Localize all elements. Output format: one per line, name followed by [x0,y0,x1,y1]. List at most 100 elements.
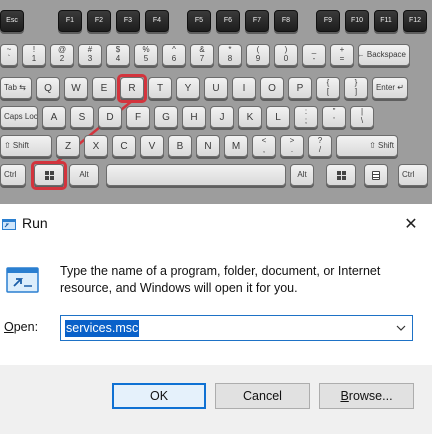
key-enter: Enter ↵ [372,77,408,99]
key-label: F12 [408,17,422,25]
key-label: F8 [281,17,291,25]
key-label: Esc [6,17,18,25]
key-label: * 8 [227,45,233,63]
open-input[interactable]: services.msc [65,320,140,337]
key-label: U [212,82,220,94]
key-6: ^ 6 [162,44,186,66]
dropdown-button[interactable] [391,316,411,340]
key-backtick: ~ ` [0,44,18,66]
key-b: B [168,135,192,157]
key-label: O [268,82,276,94]
key-capslock: Caps Lock [0,106,38,128]
key-label: ^ 6 [171,45,177,63]
key-label: " ' [332,107,336,125]
key-label: @ 2 [57,45,67,63]
key-label: S [78,111,86,123]
key-label: | \ [360,107,364,125]
key-label: F6 [223,17,233,25]
key-u: U [204,77,228,99]
key-label: Y [184,82,192,94]
key-label: H [190,111,198,123]
chevron-down-icon [396,325,406,331]
key-x: X [84,135,108,157]
ok-button[interactable]: OK [112,383,206,409]
key-label: F4 [152,17,162,25]
run-program-icon [6,267,39,293]
key-label: ) 0 [283,45,289,63]
key-f3: F3 [116,10,140,32]
key-8: * 8 [218,44,242,66]
key-c: C [112,135,136,157]
key-label: T [156,82,164,94]
key-space [106,164,286,186]
key-label: F7 [252,17,262,25]
open-combobox[interactable]: services.msc [60,315,413,341]
key-z: Z [56,135,80,157]
key-minus: _ - [302,44,326,66]
key-y: Y [176,77,200,99]
dialog-footer: OK Cancel Browse... [0,365,432,434]
close-button[interactable]: ✕ [395,210,427,238]
key-label: F9 [323,17,333,25]
context-menu-icon [372,170,380,180]
key-label: X [92,140,100,152]
key-label: Ctrl [4,169,17,179]
key-a: A [42,106,66,128]
key-f11: F11 [374,10,398,32]
key-o: O [260,77,284,99]
key-label: Enter ↵ [375,82,404,92]
key-f: F [126,106,150,128]
key-3: # 3 [78,44,102,66]
key-label: F11 [380,17,392,25]
key-quote: " ' [322,106,346,128]
key-label: Q [44,82,52,94]
key-p: P [288,77,312,99]
key-label: E [100,82,108,94]
key-label: F3 [123,17,133,25]
key-label: Alt [297,169,307,179]
key-rshift: ⇧ Shift [336,135,398,157]
key-f6: F6 [216,10,240,32]
browse-button[interactable]: Browse... [319,383,414,409]
key-q: Q [36,77,60,99]
cancel-button[interactable]: Cancel [215,383,310,409]
key-f7: F7 [245,10,269,32]
key-lalt: Alt [69,164,99,186]
key-label: F2 [94,17,104,25]
key-label: V [148,140,156,152]
key-label: G [162,111,170,123]
key-label: R [128,82,136,94]
key-label: F5 [194,17,204,25]
key-label: C [120,140,128,152]
key-label: % 5 [142,45,150,63]
run-dialog: Run ✕ Type the name of a program, folder… [0,206,432,434]
run-app-icon [2,219,16,230]
key-label: F [134,111,142,123]
key-label: { [ [326,78,330,96]
key-7: & 7 [190,44,214,66]
key-m: M [224,135,248,157]
key-label: # 3 [87,45,93,63]
key-label: ? / [317,136,323,154]
key-menu [364,164,388,186]
keyboard-illustration: Esc F1 F2 F3 F4 F5 F6 F7 F8 F9 F10 F11 F12 ~ ` ! 1 @ 2 #… [0,0,432,204]
key-label: F10 [350,17,364,25]
key-label: } ] [354,78,358,96]
key-e: E [92,77,116,99]
key-k: K [238,106,262,128]
key-rwin [326,164,356,186]
key-2: @ 2 [50,44,74,66]
key-label: > . [289,136,295,154]
windows-logo-icon [44,170,54,180]
key-f5: F5 [187,10,211,32]
key-i: I [232,77,256,99]
key-g: G [154,106,178,128]
key-label: B [176,140,184,152]
key-5: % 5 [134,44,158,66]
key-ralt: Alt [290,164,314,186]
key-f12: F12 [403,10,427,32]
key-n: N [196,135,220,157]
key-tab: Tab ⇆ [0,77,32,99]
key-label: J [219,111,225,123]
key-9: ( 9 [246,44,270,66]
